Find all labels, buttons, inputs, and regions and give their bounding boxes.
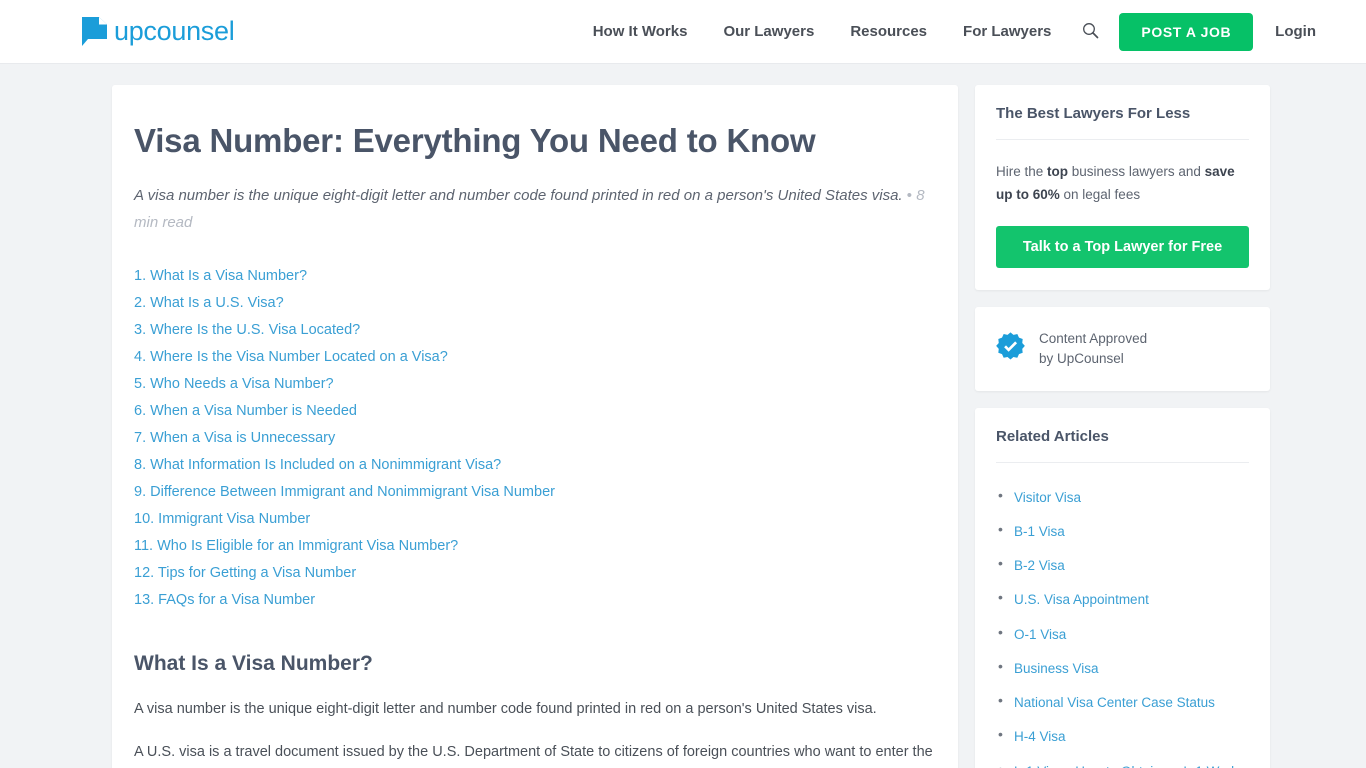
site-header: upcounsel How It Works Our Lawyers Resou… — [0, 0, 1366, 64]
list-item: Business Visa — [998, 655, 1249, 681]
toc-link-4[interactable]: 4. Where Is the Visa Number Located on a… — [134, 344, 448, 371]
page-title: Visa Number: Everything You Need to Know — [134, 122, 816, 159]
content-approved-card: Content Approved by UpCounsel — [975, 307, 1270, 391]
list-item: Visitor Visa — [998, 484, 1249, 510]
subtitle-separator: • — [906, 186, 913, 204]
list-item: 1. What Is a Visa Number? — [134, 263, 936, 290]
related-link-b2-visa[interactable]: B-2 Visa — [1014, 558, 1065, 573]
promo-text-part1: Hire the — [996, 164, 1048, 179]
list-item: 3. Where Is the U.S. Visa Located? — [134, 317, 936, 344]
related-link-l1-visa[interactable]: L-1 Visa - How to Obtain an L-1 Work Vis… — [1014, 764, 1238, 768]
list-item: 12. Tips for Getting a Visa Number — [134, 560, 936, 587]
promo-card: The Best Lawyers For Less Hire the top b… — [975, 85, 1270, 291]
toc-link-8[interactable]: 8. What Information Is Included on a Non… — [134, 452, 501, 479]
list-item: 10. Immigrant Visa Number — [134, 506, 936, 533]
toc-link-12[interactable]: 12. Tips for Getting a Visa Number — [134, 560, 356, 587]
list-item: 4. Where Is the Visa Number Located on a… — [134, 344, 936, 371]
promo-text-part2: business lawyers and — [1068, 164, 1205, 179]
list-item: 9. Difference Between Immigrant and Noni… — [134, 479, 936, 506]
paragraph-2-text-before: A U.S. visa is a travel document issued … — [134, 744, 933, 761]
article-subtitle-text: A visa number is the unique eight-digit … — [134, 186, 903, 204]
body-paragraph-2: A U.S. visa is a travel document issued … — [134, 738, 936, 768]
related-articles-list: Visitor Visa B-1 Visa B-2 Visa U.S. Visa… — [996, 484, 1249, 768]
toc-link-11[interactable]: 11. Who Is Eligible for an Immigrant Vis… — [134, 533, 458, 560]
page-body: Visa Number: Everything You Need to Know… — [0, 64, 1366, 768]
related-link-national-visa-center-case-status[interactable]: National Visa Center Case Status — [1014, 695, 1215, 710]
list-item: 11. Who Is Eligible for an Immigrant Vis… — [134, 533, 936, 560]
search-icon — [1082, 22, 1099, 42]
nav-item-our-lawyers[interactable]: Our Lawyers — [705, 23, 832, 40]
login-link[interactable]: Login — [1253, 23, 1336, 40]
article-card: Visa Number: Everything You Need to Know… — [112, 85, 958, 768]
sidebar: The Best Lawyers For Less Hire the top b… — [975, 85, 1270, 768]
approved-line-2: by UpCounsel — [1039, 351, 1124, 366]
nav-item-resources[interactable]: Resources — [832, 23, 945, 40]
document-speech-bubble-icon — [82, 17, 107, 46]
related-link-h4-visa[interactable]: H-4 Visa — [1014, 729, 1066, 744]
promo-card-title: The Best Lawyers For Less — [996, 105, 1249, 140]
list-item: B-1 Visa — [998, 518, 1249, 544]
list-item: 6. When a Visa Number is Needed — [134, 398, 936, 425]
toc-link-2[interactable]: 2. What Is a U.S. Visa? — [134, 290, 284, 317]
post-a-job-button[interactable]: POST A JOB — [1119, 12, 1254, 51]
list-item: 13. FAQs for a Visa Number — [134, 587, 936, 614]
section-heading: What Is a Visa Number? — [134, 652, 373, 676]
list-item: U.S. Visa Appointment — [998, 586, 1249, 612]
main-navigation: How It Works Our Lawyers Resources For L… — [575, 12, 1366, 51]
talk-to-lawyer-button[interactable]: Talk to a Top Lawyer for Free — [996, 226, 1249, 269]
logo-text: upcounsel — [114, 16, 235, 46]
related-link-us-visa-appointment[interactable]: U.S. Visa Appointment — [1014, 592, 1149, 607]
related-articles-title: Related Articles — [996, 428, 1249, 463]
verified-badge-icon — [996, 332, 1025, 366]
search-button[interactable] — [1073, 15, 1107, 49]
list-item: 5. Who Needs a Visa Number? — [134, 371, 936, 398]
list-item: O-1 Visa — [998, 621, 1249, 647]
toc-link-6[interactable]: 6. When a Visa Number is Needed — [134, 398, 357, 425]
nav-item-for-lawyers[interactable]: For Lawyers — [945, 23, 1069, 40]
related-link-visitor-visa[interactable]: Visitor Visa — [1014, 490, 1081, 505]
toc-link-1[interactable]: 1. What Is a Visa Number? — [134, 263, 307, 290]
logo-link[interactable]: upcounsel — [82, 16, 235, 46]
toc-link-3[interactable]: 3. Where Is the U.S. Visa Located? — [134, 317, 360, 344]
toc-link-7[interactable]: 7. When a Visa is Unnecessary — [134, 425, 335, 452]
body-paragraph-1: A visa number is the unique eight-digit … — [134, 701, 877, 718]
list-item: 8. What Information Is Included on a Non… — [134, 452, 936, 479]
promo-card-text: Hire the top business lawyers and save u… — [996, 160, 1249, 206]
list-item: 2. What Is a U.S. Visa? — [134, 290, 936, 317]
related-link-b1-visa[interactable]: B-1 Visa — [1014, 524, 1065, 539]
related-link-business-visa[interactable]: Business Visa — [1014, 661, 1099, 676]
toc-link-9[interactable]: 9. Difference Between Immigrant and Noni… — [134, 479, 555, 506]
content-approved-text: Content Approved by UpCounsel — [1039, 329, 1147, 368]
promo-text-part3: on legal fees — [1059, 187, 1141, 203]
promo-text-bold1: top — [1047, 164, 1069, 179]
toc-link-13[interactable]: 13. FAQs for a Visa Number — [134, 587, 315, 614]
list-item: National Visa Center Case Status — [998, 689, 1249, 715]
list-item: L-1 Visa - How to Obtain an L-1 Work Vis… — [998, 758, 1249, 768]
toc-link-10[interactable]: 10. Immigrant Visa Number — [134, 506, 310, 533]
approved-line-1: Content Approved — [1039, 331, 1148, 347]
list-item: B-2 Visa — [998, 552, 1249, 578]
related-articles-card: Related Articles Visitor Visa B-1 Visa B… — [975, 407, 1270, 768]
related-link-o1-visa[interactable]: O-1 Visa — [1014, 627, 1066, 642]
toc-link-5[interactable]: 5. Who Needs a Visa Number? — [134, 371, 334, 398]
list-item: H-4 Visa — [998, 723, 1249, 749]
list-item: 7. When a Visa is Unnecessary — [134, 425, 936, 452]
article-subtitle: A visa number is the unique eight-digit … — [134, 182, 934, 238]
nav-item-how-it-works[interactable]: How It Works — [575, 23, 706, 40]
table-of-contents: 1. What Is a Visa Number? 2. What Is a U… — [134, 263, 936, 614]
